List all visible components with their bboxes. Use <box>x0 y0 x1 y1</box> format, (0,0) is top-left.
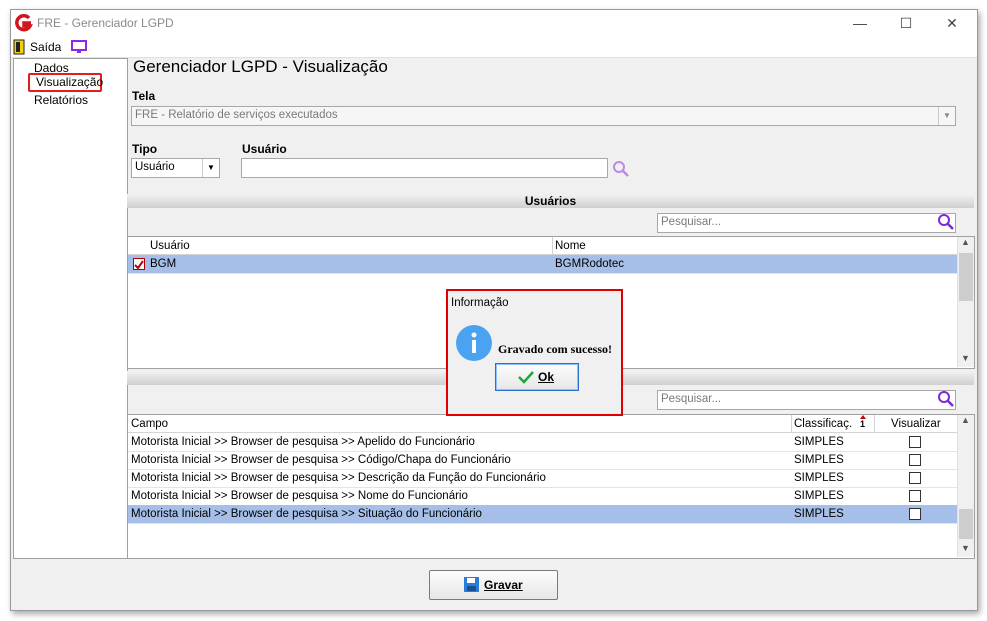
tela-select[interactable]: FRE - Relatório de serviços executados ▼ <box>131 106 956 126</box>
chevron-down-icon: ▼ <box>202 159 219 177</box>
cell-classificacao: SIMPLES <box>794 436 844 448</box>
scroll-thumb[interactable] <box>959 253 973 301</box>
visualizar-checkbox[interactable] <box>909 436 921 448</box>
info-dialog: Informação Gravado com sucesso! Ok <box>446 289 623 416</box>
visualizar-checkbox[interactable] <box>909 490 921 502</box>
info-icon <box>456 325 492 361</box>
scroll-thumb[interactable] <box>959 509 973 539</box>
dialog-title: Informação <box>451 297 509 309</box>
visualizar-checkbox[interactable] <box>909 508 921 520</box>
cell-campo: Motorista Inicial >> Browser de pesquisa… <box>131 508 482 520</box>
maximize-button[interactable]: ☐ <box>883 10 929 37</box>
search-icon[interactable] <box>612 160 630 178</box>
visualizar-checkbox[interactable] <box>909 472 921 484</box>
fields-scrollbar[interactable]: ▲ ▼ <box>957 415 974 557</box>
column-header-usuario[interactable]: Usuário <box>150 237 190 255</box>
tela-value: FRE - Relatório de serviços executados <box>135 109 338 121</box>
column-header-visualizar[interactable]: Visualizar <box>891 415 941 433</box>
users-scrollbar[interactable]: ▲ ▼ <box>957 237 974 367</box>
tela-label: Tela <box>132 89 156 103</box>
fields-table: Campo Classificaç... 1 Visualizar Motori… <box>127 414 975 559</box>
search-icon[interactable] <box>937 390 955 408</box>
table-row[interactable]: Motorista Inicial >> Browser de pesquisa… <box>128 469 957 488</box>
scroll-up-icon[interactable]: ▲ <box>961 415 970 425</box>
column-header-campo[interactable]: Campo <box>131 415 168 433</box>
window-title: FRE - Gerenciador LGPD <box>37 16 174 30</box>
sidebar-item-relatorios[interactable]: Relatórios <box>34 93 88 107</box>
cell-classificacao: SIMPLES <box>794 490 844 502</box>
cell-classificacao: SIMPLES <box>794 508 844 520</box>
visualizar-checkbox[interactable] <box>909 454 921 466</box>
save-label: Gravar <box>484 578 523 592</box>
page-title: Gerenciador LGPD - Visualização <box>133 57 388 76</box>
table-row[interactable]: BGM BGMRodotec <box>128 255 957 274</box>
tipo-label: Tipo <box>132 142 158 156</box>
exit-door-icon <box>13 39 25 55</box>
tipo-select[interactable]: Usuário ▼ <box>131 158 220 178</box>
sidebar-item-visualizacao[interactable]: Visualização <box>28 73 104 92</box>
save-button[interactable]: Gravar <box>429 570 558 600</box>
row-checkbox[interactable] <box>133 258 145 270</box>
cell-classificacao: SIMPLES <box>794 454 844 466</box>
users-section-header: Usuários <box>127 194 974 208</box>
usuario-label: Usuário <box>242 142 287 156</box>
cell-nome: BGMRodotec <box>555 258 625 270</box>
cell-campo: Motorista Inicial >> Browser de pesquisa… <box>131 490 468 502</box>
users-search-input[interactable]: Pesquisar... <box>657 213 956 233</box>
sidebar-tree: Dados Visualização Relatórios <box>13 58 128 559</box>
cell-campo: Motorista Inicial >> Browser de pesquisa… <box>131 472 546 484</box>
checkmark-icon <box>134 260 144 270</box>
table-row[interactable]: Motorista Inicial >> Browser de pesquisa… <box>128 487 957 506</box>
exit-label: Saída <box>30 40 62 54</box>
scroll-down-icon[interactable]: ▼ <box>961 543 970 553</box>
search-icon[interactable] <box>937 213 955 231</box>
sort-indicator: 1 <box>860 415 866 429</box>
table-row[interactable]: Motorista Inicial >> Browser de pesquisa… <box>128 505 957 524</box>
ok-label: Ok <box>538 370 555 384</box>
sort-arrow-icon <box>860 415 866 419</box>
fields-table-header: Campo Classificaç... 1 Visualizar <box>128 415 957 433</box>
sidebar-item-label: Visualização <box>36 75 104 89</box>
column-header-nome[interactable]: Nome <box>555 237 586 255</box>
tipo-value: Usuário <box>135 161 175 173</box>
cell-campo: Motorista Inicial >> Browser de pesquisa… <box>131 454 511 466</box>
table-row[interactable]: Motorista Inicial >> Browser de pesquisa… <box>128 433 957 452</box>
chevron-down-icon: ▼ <box>938 107 955 125</box>
cell-campo: Motorista Inicial >> Browser de pesquisa… <box>131 436 475 448</box>
dialog-message: Gravado com sucesso! <box>498 342 612 356</box>
fields-search-input[interactable]: Pesquisar... <box>657 390 956 410</box>
ok-button[interactable]: Ok <box>495 363 579 391</box>
menu-bar: Saída <box>11 37 977 58</box>
cell-usuario: BGM <box>150 258 177 270</box>
minimize-button[interactable]: — <box>837 10 883 37</box>
column-header-classificacao[interactable]: Classificaç... <box>794 415 852 433</box>
exit-menu-item[interactable]: Saída <box>13 39 61 55</box>
floppy-disk-icon <box>464 577 479 592</box>
monitor-icon[interactable] <box>71 40 87 54</box>
cell-classificacao: SIMPLES <box>794 472 844 484</box>
table-row[interactable]: Motorista Inicial >> Browser de pesquisa… <box>128 451 957 470</box>
scroll-up-icon[interactable]: ▲ <box>961 237 970 247</box>
title-bar: FRE - Gerenciador LGPD — ☐ ✕ <box>11 10 977 37</box>
scroll-down-icon[interactable]: ▼ <box>961 353 970 363</box>
usuario-input[interactable] <box>241 158 608 178</box>
close-button[interactable]: ✕ <box>929 10 975 37</box>
checkmark-icon <box>518 371 534 384</box>
app-logo-icon <box>15 14 33 32</box>
users-table-header: Usuário Nome <box>128 237 957 255</box>
